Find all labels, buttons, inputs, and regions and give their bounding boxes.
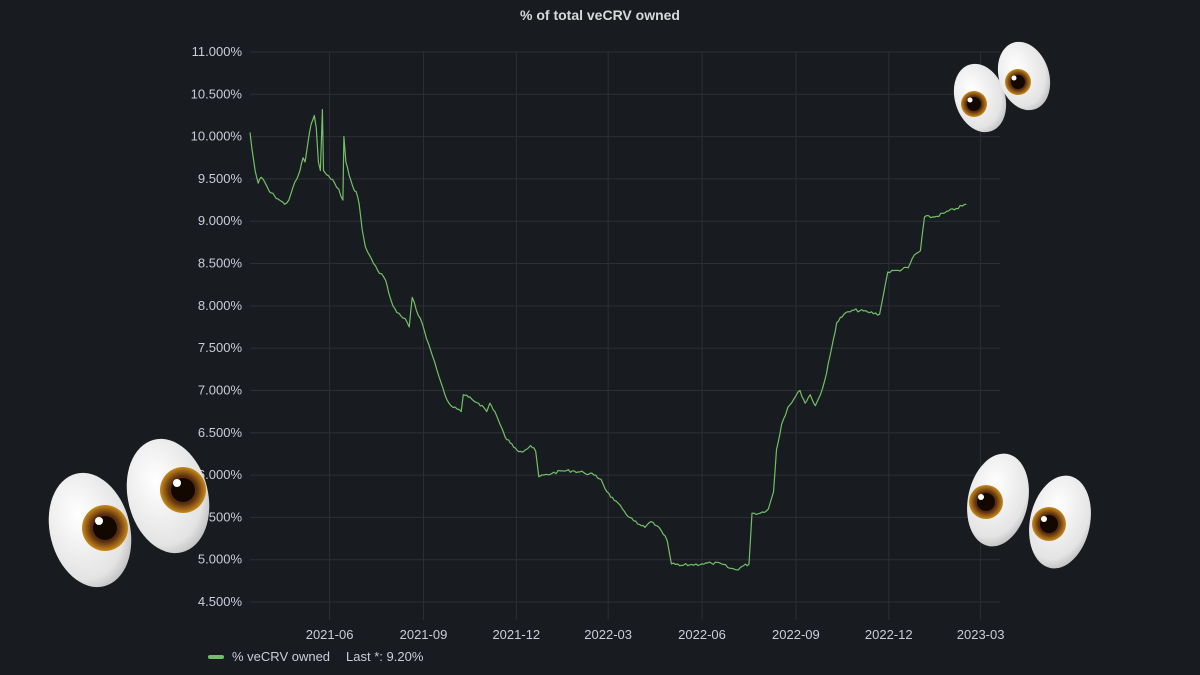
y-tick-label: 9.000%	[198, 213, 243, 228]
eyes-emoji-icon	[48, 438, 210, 588]
x-tick-label: 2021-06	[306, 627, 354, 642]
x-tick-label: 2021-12	[492, 627, 540, 642]
y-tick-label: 4.500%	[198, 594, 243, 609]
x-tick-label: 2021-09	[400, 627, 448, 642]
y-tick-label: 9.500%	[198, 171, 243, 186]
x-tick-label: 2022-03	[584, 627, 632, 642]
y-tick-label: 8.000%	[198, 298, 243, 313]
y-tick-label: 7.500%	[198, 340, 243, 355]
y-tick-label: 10.500%	[191, 86, 243, 101]
x-tick-label: 2022-06	[678, 627, 726, 642]
y-tick-label: 11.000%	[192, 44, 243, 59]
y-tick-label: 10.000%	[191, 129, 243, 144]
x-tick-label: 2023-03	[957, 627, 1005, 642]
legend-swatch	[208, 654, 224, 659]
x-tick-label: 2022-09	[772, 627, 820, 642]
grid	[250, 51, 1000, 620]
y-tick-label: 7.000%	[198, 382, 243, 397]
x-axis-ticks: 2021-06 2021-09 2021-12 2022-03 2022-06 2022-…	[306, 627, 1005, 642]
legend[interactable]: % veCRV owned Last *: 9.20%	[208, 649, 423, 664]
legend-last-value: Last *: 9.20%	[346, 649, 424, 664]
chart-title: % of total veCRV owned	[520, 7, 680, 23]
legend-series-label: % veCRV owned	[232, 649, 331, 664]
y-tick-label: 8.500%	[198, 256, 243, 271]
eyes-emoji-icon	[967, 453, 1091, 569]
x-tick-label: 2022-12	[865, 627, 913, 642]
eyes-emoji-icon	[953, 41, 1051, 133]
